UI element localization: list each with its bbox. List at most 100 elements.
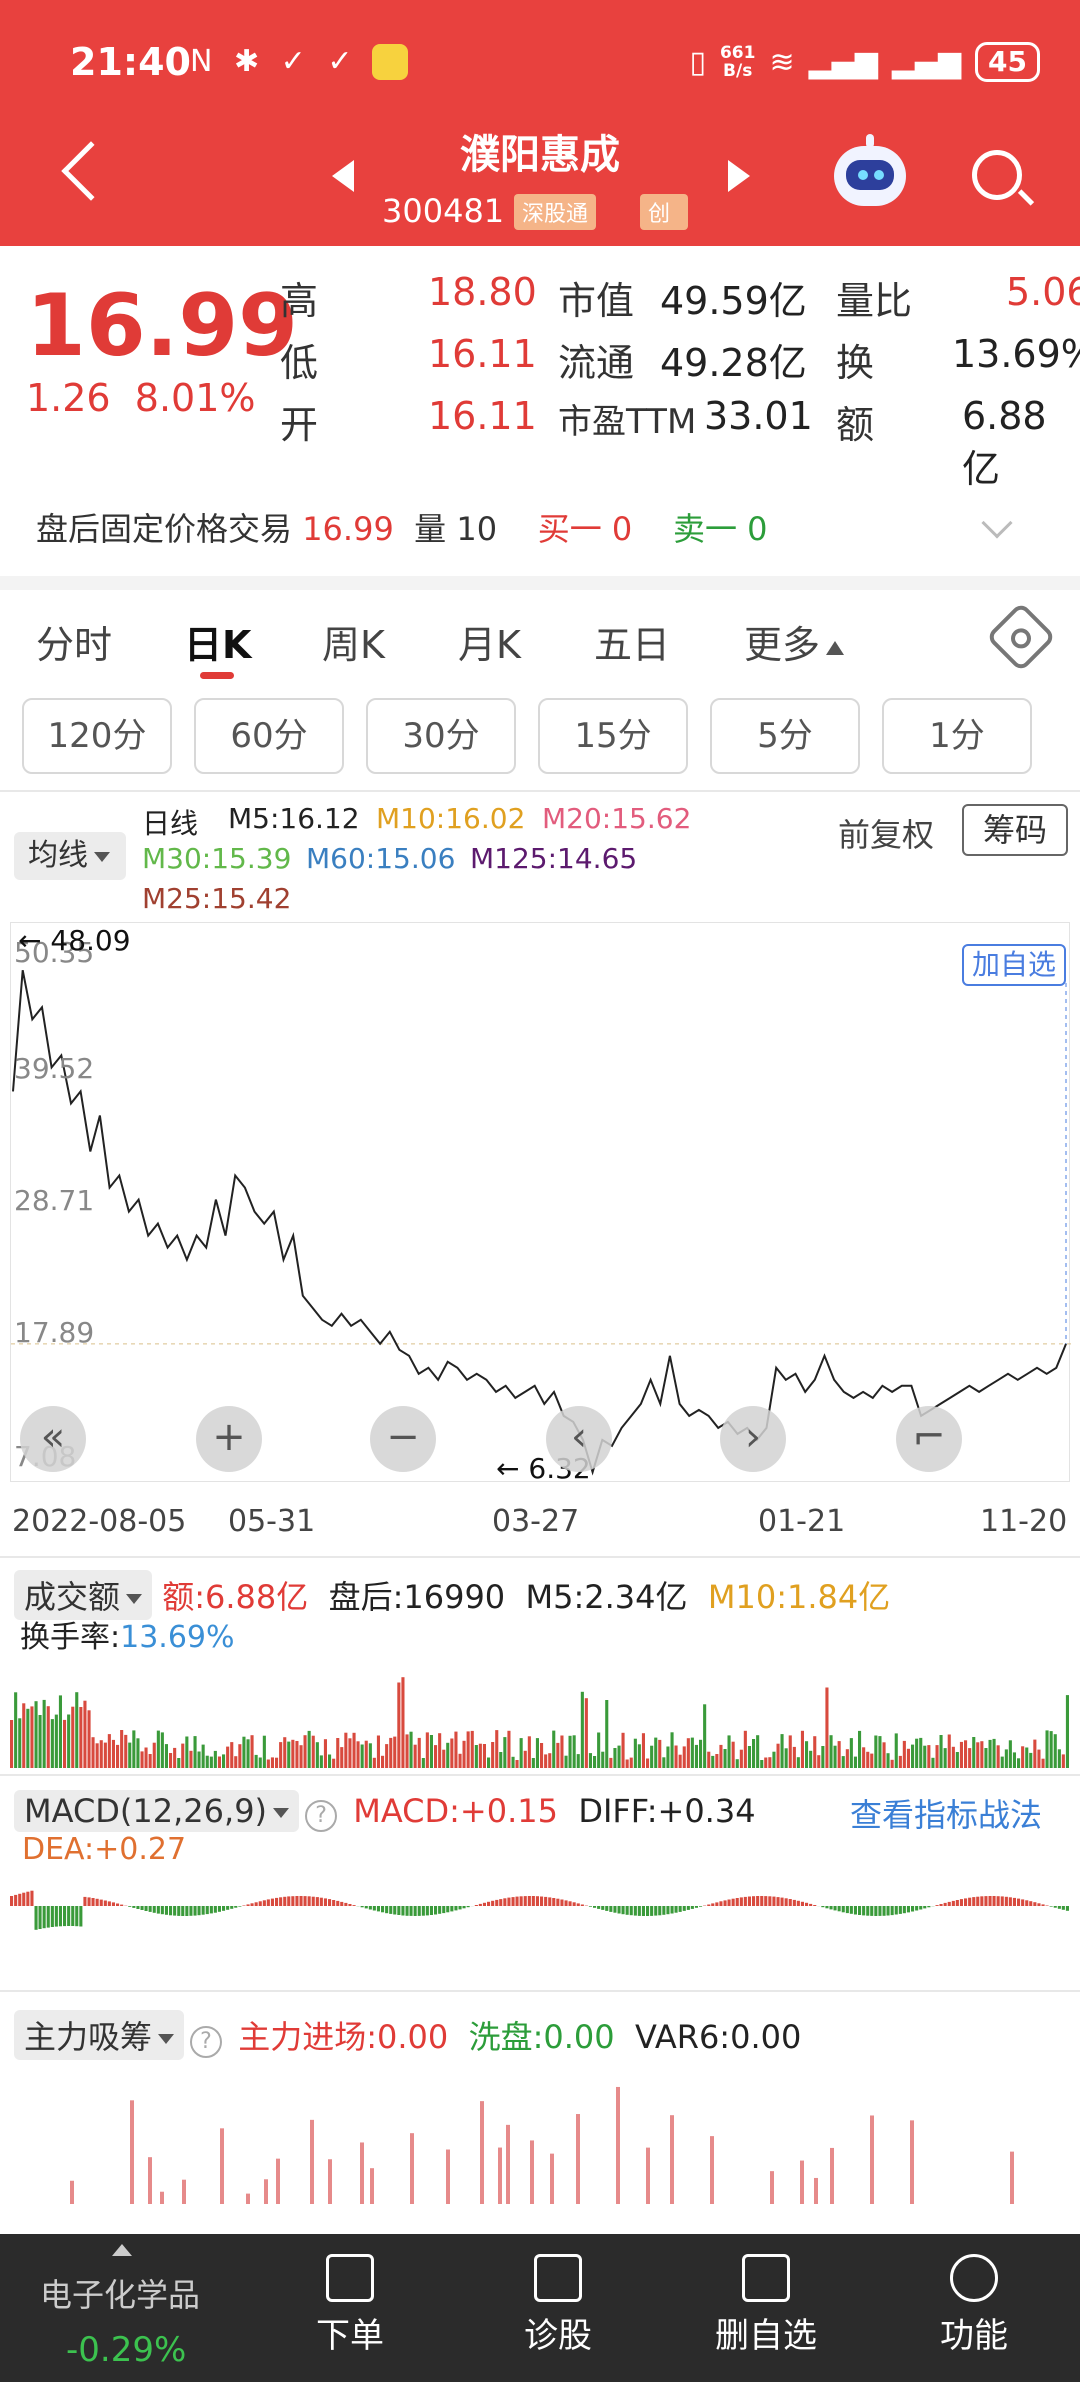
zljc-bar <box>498 2147 502 2204</box>
tab-60min[interactable]: 60分 <box>194 698 344 774</box>
macd-svg-bar <box>588 1906 592 1907</box>
macd-svg-bar <box>234 1906 238 1908</box>
tab-15min[interactable]: 15分 <box>538 698 688 774</box>
macd-svg-bar <box>201 1906 205 1915</box>
macd-svg-bar <box>71 1906 75 1926</box>
prev-stock-icon[interactable] <box>332 160 354 192</box>
tab-five-day[interactable]: 五日 <box>594 614 670 669</box>
vol-svg-bar <box>805 1741 809 1768</box>
back-arrow-icon[interactable] <box>61 141 121 201</box>
adjust-mode[interactable]: 前复权 <box>838 810 934 856</box>
macd-svg-bar <box>866 1906 870 1916</box>
vol-svg-bar <box>328 1754 332 1768</box>
macd-svg-bar <box>906 1906 910 1913</box>
order-button[interactable]: 下单 <box>260 2254 440 2357</box>
tab-1min[interactable]: 1分 <box>882 698 1032 774</box>
fullscreen-icon[interactable]: ⌐ <box>896 1406 962 1472</box>
macd-svg-bar <box>111 1902 115 1906</box>
ma-selector[interactable]: 均线 <box>14 832 126 880</box>
macd-svg-bar <box>666 1906 670 1915</box>
vol-svg-bar <box>275 1757 279 1768</box>
macd-svg-bar <box>560 1899 564 1906</box>
search-icon[interactable] <box>972 150 1022 200</box>
vol-svg-bar <box>177 1758 181 1768</box>
rewind-icon[interactable]: « <box>20 1406 86 1472</box>
macd-svg-bar <box>682 1906 686 1911</box>
macd-svg-bar <box>103 1900 107 1906</box>
vol-svg-bar <box>743 1730 747 1768</box>
add-watchlist-button[interactable]: 加自选 <box>962 944 1066 986</box>
vol-svg-bar <box>792 1746 796 1768</box>
vol-svg-bar <box>788 1735 792 1768</box>
macd-svg-bar <box>144 1906 148 1911</box>
vol-svg-bar <box>217 1756 221 1768</box>
vol-svg-bar <box>213 1750 217 1768</box>
macd-svg-bar <box>853 1906 857 1915</box>
zoom-out-icon[interactable]: − <box>370 1406 436 1472</box>
diagnose-button[interactable]: 诊股 <box>468 2254 648 2357</box>
remove-watchlist-button[interactable]: 删自选 <box>676 2254 856 2357</box>
vol-svg-bar <box>164 1744 168 1768</box>
dropdown-icon <box>273 1808 290 1818</box>
vol-svg-bar <box>544 1754 548 1768</box>
vol-svg-bar <box>552 1730 556 1768</box>
macd-svg-bar <box>1049 1906 1053 1907</box>
vol-svg-bar <box>964 1740 968 1768</box>
macd-svg-bar <box>279 1897 283 1906</box>
macd-svg-bar <box>389 1906 393 1914</box>
vol-svg-bar <box>1057 1749 1061 1768</box>
k-line-chart[interactable] <box>10 922 1071 1482</box>
tab-more[interactable]: 更多 <box>744 614 845 669</box>
macd-svg-bar <box>874 1906 878 1916</box>
volratio-value: 5.06 <box>1006 270 1080 314</box>
sector-name[interactable]: 电子化学品 <box>40 2270 200 2316</box>
macd-svg-bar <box>336 1900 340 1906</box>
macd-svg-bar <box>548 1897 552 1906</box>
zljc-bar <box>220 2128 224 2204</box>
functions-button[interactable]: 功能 <box>884 2254 1064 2357</box>
assistant-robot-icon[interactable] <box>834 134 906 206</box>
macd-svg-bar <box>568 1901 572 1906</box>
macd-svg-bar <box>140 1906 144 1910</box>
vol-svg-bar <box>690 1737 694 1768</box>
expand-chevron-icon[interactable] <box>981 507 1013 539</box>
vol-svg-bar <box>699 1739 703 1768</box>
vol-svg-bar <box>434 1745 438 1768</box>
zljc-bar <box>530 2140 534 2204</box>
macd-svg-bar <box>760 1896 764 1906</box>
vol-svg-bar <box>772 1751 776 1768</box>
next-stock-icon[interactable] <box>728 160 750 192</box>
vol-svg-bar <box>588 1753 592 1768</box>
macd-svg-bar <box>242 1905 246 1906</box>
tab-monthly-k[interactable]: 月K <box>458 614 521 669</box>
macd-svg-bar <box>299 1896 303 1906</box>
scroll-right-icon[interactable]: › <box>720 1406 786 1472</box>
zljc-bar <box>70 2180 74 2204</box>
macd-svg-bar <box>1053 1906 1057 1908</box>
scroll-left-icon[interactable]: ‹ <box>546 1406 612 1472</box>
vol-svg-bar <box>46 1706 50 1768</box>
macd-svg-bar <box>34 1906 38 1930</box>
macd-svg-bar <box>968 1897 972 1906</box>
vol-svg-bar <box>209 1756 213 1768</box>
vol-svg-bar <box>270 1757 274 1768</box>
macd-svg-bar <box>352 1905 356 1906</box>
tab-weekly-k[interactable]: 周K <box>322 614 385 669</box>
macd-svg-bar <box>654 1906 658 1916</box>
macd-svg-bar <box>482 1902 486 1906</box>
vol-svg-bar <box>18 1718 22 1768</box>
zoom-in-icon[interactable]: + <box>196 1406 262 1472</box>
tab-daily-k[interactable]: 日K <box>184 614 251 669</box>
macd-svg-bar <box>939 1904 943 1906</box>
expand-up-icon[interactable] <box>112 2244 132 2256</box>
chip-distribution-button[interactable]: 筹码 <box>962 804 1068 856</box>
tab-5min[interactable]: 5分 <box>710 698 860 774</box>
tab-30min[interactable]: 30分 <box>366 698 516 774</box>
tab-intraday[interactable]: 分时 <box>36 614 112 669</box>
tab-120min[interactable]: 120分 <box>22 698 172 774</box>
ma-m20: M20:15.62 <box>542 802 692 835</box>
vol-svg-bar <box>307 1730 311 1768</box>
afterhours-row[interactable]: 盘后固定价格交易 16.99 量 10 买一 0 卖一 0 <box>36 504 768 550</box>
macd-svg-bar <box>690 1906 694 1909</box>
macd-svg-bar <box>882 1906 886 1916</box>
